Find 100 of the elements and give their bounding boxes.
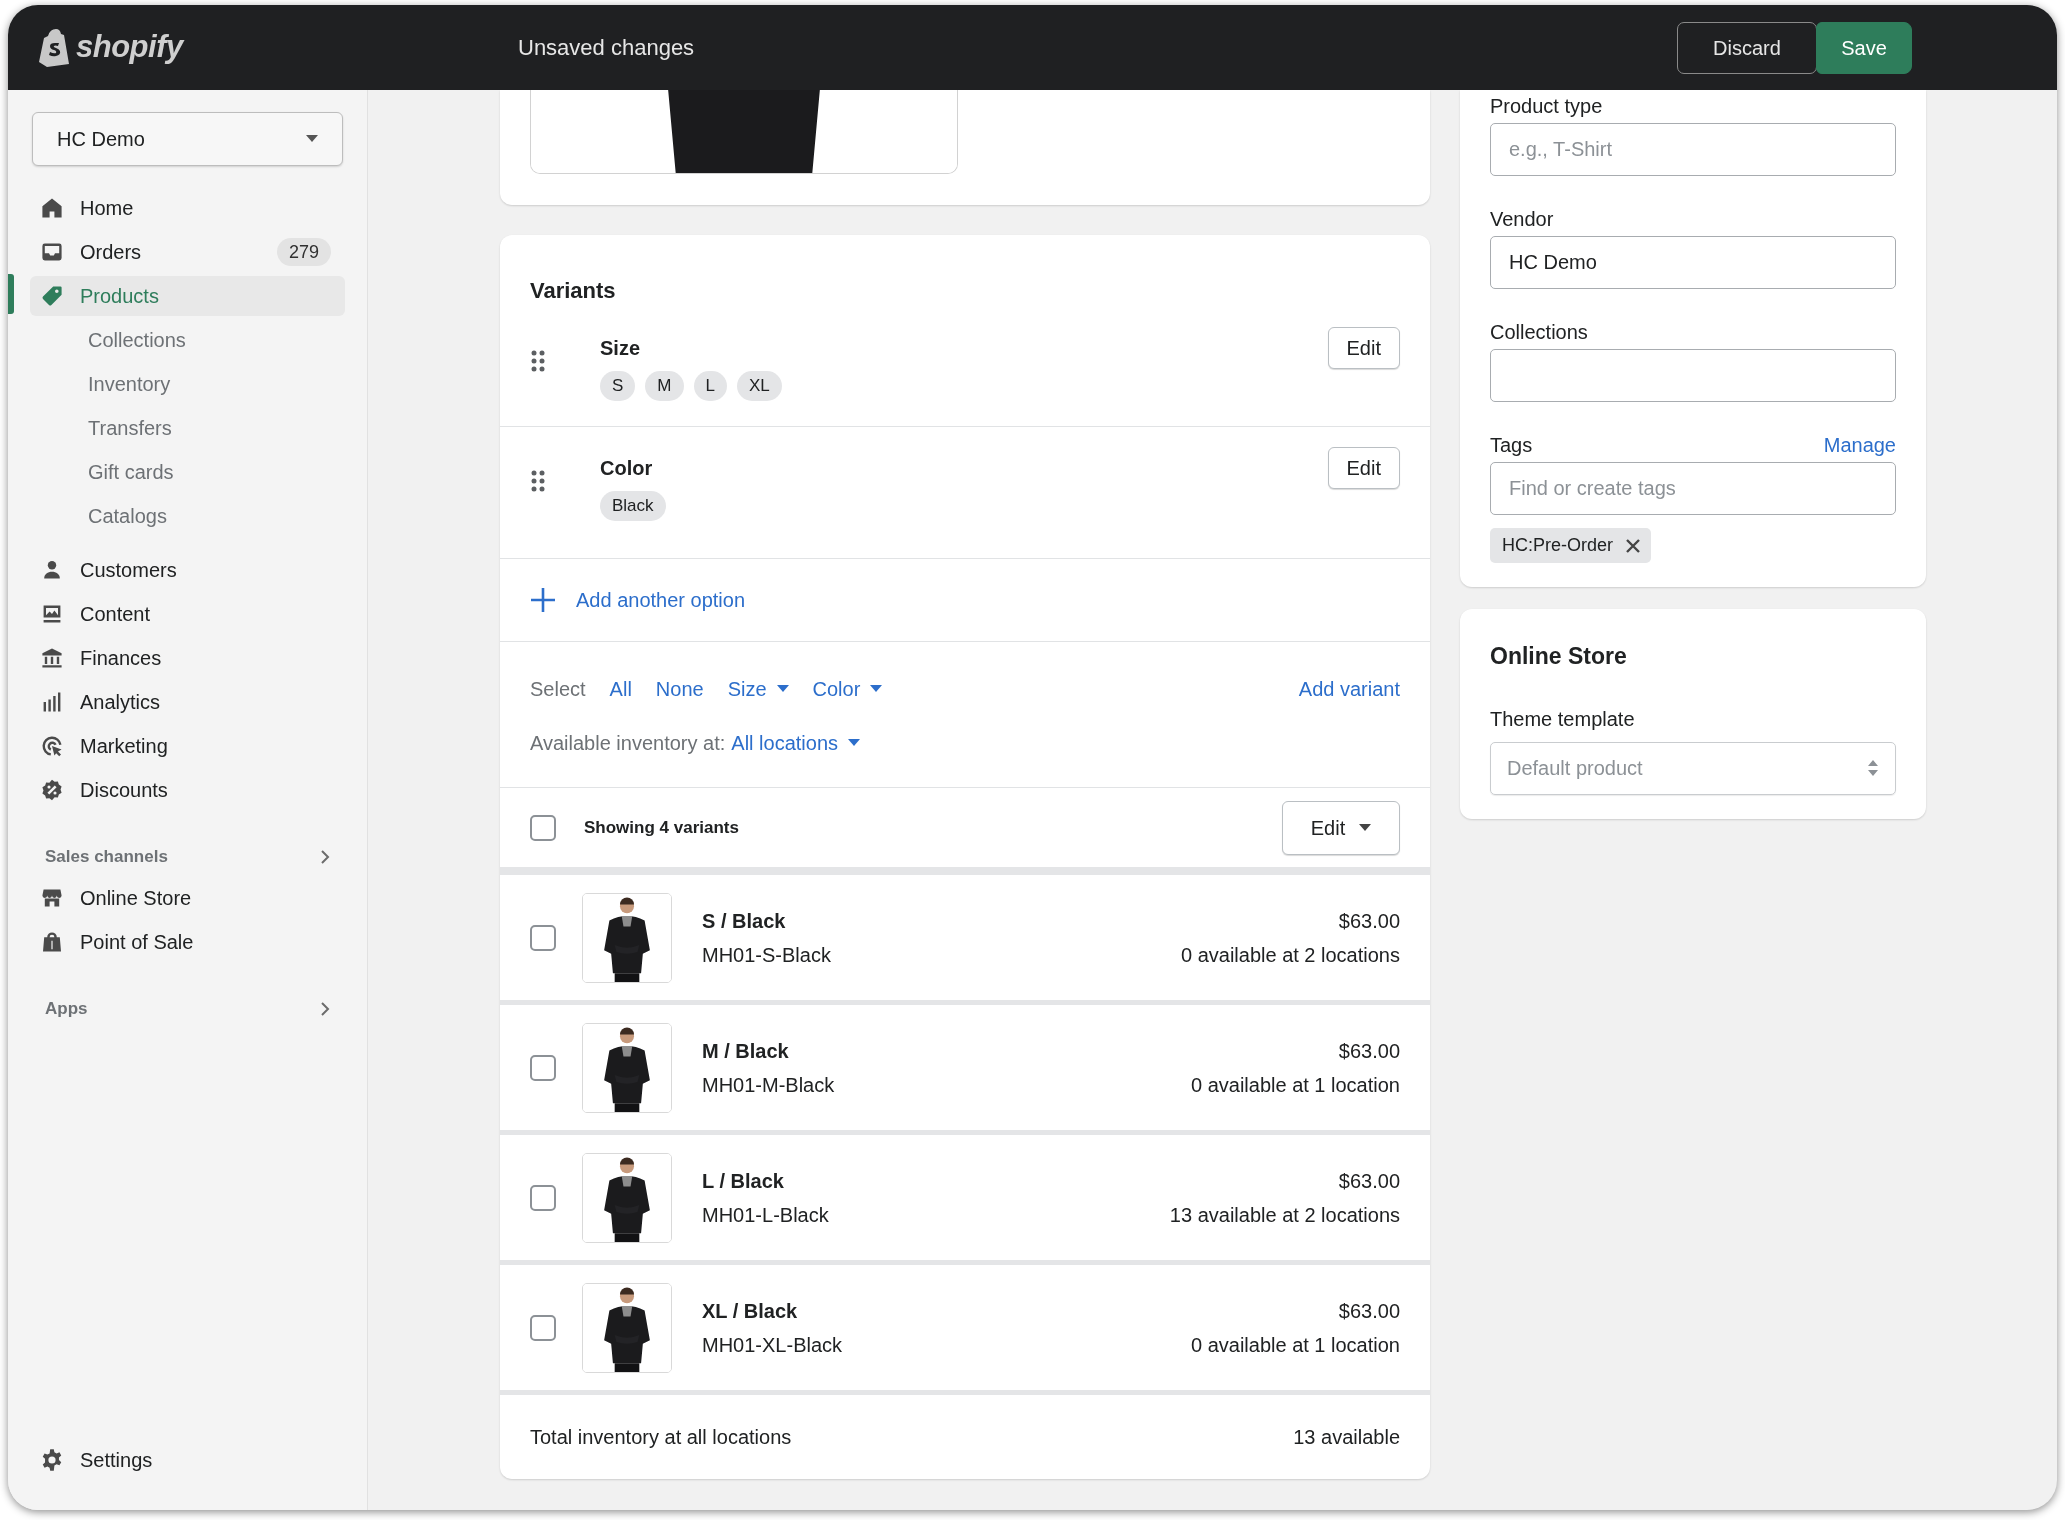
field-label: Collections <box>1490 321 1588 343</box>
edit-button[interactable]: Edit <box>1327 327 1400 369</box>
select-link[interactable]: None <box>655 674 704 704</box>
nav-item[interactable]: Finances <box>30 638 345 678</box>
nav-item[interactable]: Analytics <box>30 682 345 722</box>
save-button[interactable]: Save <box>1816 21 1912 74</box>
plus-icon[interactable] <box>530 587 556 613</box>
option-value-chip: S <box>600 371 636 401</box>
input-field[interactable] <box>1490 349 1896 402</box>
option-value-chip: M <box>645 371 684 401</box>
variant-title: S / Black <box>702 908 787 934</box>
variant-sku: MH01-XL-Black <box>702 1332 844 1358</box>
caret-icon <box>848 739 861 747</box>
select-link[interactable]: Color <box>812 674 883 704</box>
field-label: Product type <box>1490 95 1603 117</box>
variant-price: $63.00 <box>1338 1038 1400 1064</box>
field-label: Tags <box>1490 434 1533 456</box>
brand-wordmark: shopify <box>76 28 183 67</box>
nav-item[interactable]: Settings <box>30 1440 345 1480</box>
close-icon[interactable] <box>1625 537 1641 554</box>
input-field[interactable]: Find or create tags <box>1490 462 1896 515</box>
edit-button[interactable]: Edit <box>1327 447 1400 489</box>
variant-availability: 0 available at 1 location <box>1190 1072 1400 1098</box>
chevron-right-icon[interactable] <box>320 1001 330 1017</box>
caret-icon <box>306 135 318 143</box>
nav-item[interactable]: Online Store <box>30 878 345 918</box>
variant-title: M / Black <box>702 1038 790 1064</box>
select-link[interactable]: All <box>609 674 632 704</box>
nav-subitem[interactable]: Transfers <box>88 408 345 448</box>
variant-price: $63.00 <box>1338 1168 1400 1194</box>
card-title: Variants <box>530 277 616 305</box>
bank-icon <box>40 646 64 670</box>
settings-icon <box>40 1448 64 1472</box>
card-title: Online Store <box>1490 642 1628 671</box>
inventory-label: Available inventory at: <box>530 731 726 756</box>
count-badge: 279 <box>276 238 331 266</box>
nav-item[interactable]: Products <box>30 276 345 316</box>
option-value-chip: XL <box>737 371 782 401</box>
nav-subitem[interactable]: Inventory <box>88 364 345 404</box>
shopping-bag-icon <box>38 28 70 67</box>
locations-dropdown[interactable]: All locations <box>731 728 861 758</box>
checkbox[interactable] <box>530 814 556 841</box>
nav-item[interactable]: Discounts <box>30 770 345 810</box>
variant-availability: 0 available at 1 location <box>1190 1332 1400 1358</box>
add-variant-link[interactable]: Add variant <box>1298 674 1400 704</box>
drag-handle-icon[interactable] <box>530 469 546 493</box>
nav-item[interactable]: Customers <box>30 550 345 590</box>
tag-chip: HC:Pre-Order <box>1490 528 1651 563</box>
nav-item[interactable]: Home <box>30 188 345 228</box>
nav-subitem[interactable]: Collections <box>88 320 345 360</box>
nav-item[interactable]: Marketing <box>30 726 345 766</box>
caret-icon <box>1359 823 1372 832</box>
nav-item[interactable]: Point of Sale <box>30 922 345 962</box>
store-selector[interactable]: HC Demo <box>32 112 343 166</box>
total-label: Total inventory at all locations <box>530 1425 792 1450</box>
field-label: Vendor <box>1490 208 1554 230</box>
page-status: Unsaved changes <box>518 34 696 62</box>
tag-icon <box>40 284 64 308</box>
variant-sku: MH01-L-Black <box>702 1202 830 1228</box>
variant-availability: 13 available at 2 locations <box>1169 1202 1400 1228</box>
variant-sku: MH01-S-Black <box>702 942 832 968</box>
variant-title: L / Black <box>702 1168 785 1194</box>
nav-subitem[interactable]: Gift cards <box>88 452 345 492</box>
section-heading: Sales channels <box>45 846 168 869</box>
variant-row[interactable]: S / Black MH01-S-Black $63.00 0 available at 2 locations <box>500 875 1430 1005</box>
select-label: Select <box>530 677 586 702</box>
nav-subitem[interactable]: Catalogs <box>88 496 345 536</box>
input-field[interactable]: e.g., T-Shirt <box>1490 123 1896 176</box>
option-value-chip: L <box>693 371 727 401</box>
nav-item[interactable]: Orders 279 <box>30 232 345 272</box>
option-name: Color <box>600 456 654 481</box>
discount-icon <box>40 778 64 802</box>
checkbox[interactable] <box>530 1184 556 1211</box>
checkbox[interactable] <box>530 1314 556 1341</box>
variant-sku: MH01-M-Black <box>702 1072 836 1098</box>
variant-availability: 0 available at 2 locations <box>1180 942 1400 968</box>
drag-handle-icon[interactable] <box>530 349 546 373</box>
field-label: Theme template <box>1490 706 1636 732</box>
chevron-right-icon[interactable] <box>320 849 330 865</box>
updown-icon <box>1867 759 1879 777</box>
bulk-edit-button[interactable]: Edit <box>1282 800 1400 855</box>
target-cursor-icon <box>40 734 64 758</box>
shopping-bag-icon <box>40 930 64 954</box>
home-icon <box>40 196 64 220</box>
nav-item[interactable]: Content <box>30 594 345 634</box>
variant-price: $63.00 <box>1338 908 1400 934</box>
manage-link[interactable]: Manage <box>1823 434 1896 456</box>
add-option-link[interactable]: Add another option <box>576 585 746 615</box>
select-link[interactable]: Size <box>727 674 789 704</box>
variant-row[interactable]: L / Black MH01-L-Black $63.00 13 available at 2 locations <box>500 1135 1430 1265</box>
variant-row[interactable]: M / Black MH01-M-Black $63.00 0 available at 1 location <box>500 1005 1430 1135</box>
variant-row[interactable]: XL / Black MH01-XL-Black $63.00 0 available at 1 location <box>500 1265 1430 1395</box>
total-value: 13 available <box>1293 1425 1400 1450</box>
caret-icon <box>870 685 883 693</box>
checkbox[interactable] <box>530 924 556 951</box>
option-name: Size <box>600 336 642 361</box>
variant-count: Showing 4 variants <box>584 816 740 839</box>
checkbox[interactable] <box>530 1054 556 1081</box>
input-field[interactable]: HC Demo <box>1490 236 1896 289</box>
variant-price: $63.00 <box>1338 1298 1400 1324</box>
